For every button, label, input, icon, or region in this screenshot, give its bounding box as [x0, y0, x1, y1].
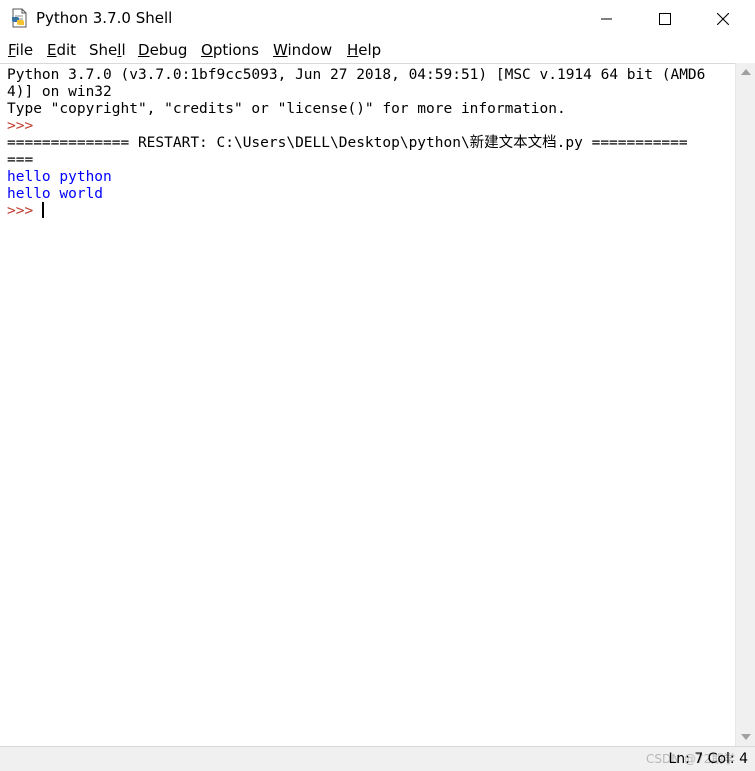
- shell-line-restart-wrap: ===: [7, 152, 34, 168]
- menu-file-mnemonic: F: [8, 41, 16, 59]
- python-idle-icon: [10, 8, 30, 28]
- shell-prompt-active: >>>: [7, 203, 42, 219]
- menu-shell-label-tail: l: [121, 41, 126, 59]
- shell-text-area[interactable]: Python 3.7.0 (v3.7.0:1bf9cc5093, Jun 27 …: [0, 63, 735, 747]
- minimize-button[interactable]: [584, 0, 630, 38]
- menu-debug-label: ebug: [149, 41, 188, 59]
- maximize-icon: [659, 13, 671, 25]
- text-caret: [42, 202, 44, 218]
- menu-options-mnemonic: O: [201, 41, 213, 59]
- status-bar: CSDN @72期学 Ln: 7 Col: 4: [0, 746, 755, 771]
- menu-debug-mnemonic: D: [138, 41, 150, 59]
- menu-edit-label: dit: [56, 41, 77, 59]
- shell-line-version: Python 3.7.0 (v3.7.0:1bf9cc5093, Jun 27 …: [7, 67, 706, 83]
- shell-output-line: hello python: [7, 169, 112, 185]
- minimize-icon: [601, 18, 612, 20]
- menu-bar: File Edit Shell Debug Options Window Hel…: [0, 38, 755, 62]
- scroll-up-arrow-icon[interactable]: [741, 69, 751, 75]
- menu-help[interactable]: Help: [347, 41, 381, 59]
- shell-line-platform: 4)] on win32: [7, 84, 112, 100]
- shell-line-info: Type "copyright", "credits" or "license(…: [7, 101, 566, 117]
- window-title: Python 3.7.0 Shell: [36, 9, 173, 27]
- maximize-button[interactable]: [642, 0, 688, 38]
- idle-shell-window: Python 3.7.0 Shell File Edit Shell Debug…: [0, 0, 755, 771]
- close-icon: [717, 13, 729, 25]
- menu-debug[interactable]: Debug: [138, 41, 187, 59]
- cursor-position: Ln: 7 Col: 4: [668, 751, 748, 767]
- menu-help-label: elp: [358, 41, 382, 59]
- shell-line-restart: ============== RESTART: C:\Users\DELL\De…: [7, 135, 688, 151]
- menu-window-mnemonic: W: [273, 41, 288, 59]
- menu-options-label: ptions: [212, 41, 259, 59]
- menu-help-mnemonic: H: [347, 41, 359, 59]
- menu-window[interactable]: Window: [273, 41, 332, 59]
- shell-prompt: >>>: [7, 118, 42, 134]
- shell-output-line: hello world: [7, 186, 104, 202]
- scroll-down-arrow-icon[interactable]: [741, 734, 751, 740]
- menu-options[interactable]: Options: [201, 41, 259, 59]
- menu-file[interactable]: File: [8, 41, 33, 59]
- vertical-scrollbar[interactable]: [735, 63, 755, 746]
- menu-shell[interactable]: Shell: [89, 41, 126, 59]
- close-button[interactable]: [700, 0, 746, 38]
- menu-file-label: ile: [15, 41, 34, 59]
- menu-edit[interactable]: Edit: [47, 41, 76, 59]
- title-bar[interactable]: Python 3.7.0 Shell: [0, 0, 755, 38]
- menu-shell-label: She: [89, 41, 118, 59]
- menu-window-label: indow: [287, 41, 333, 59]
